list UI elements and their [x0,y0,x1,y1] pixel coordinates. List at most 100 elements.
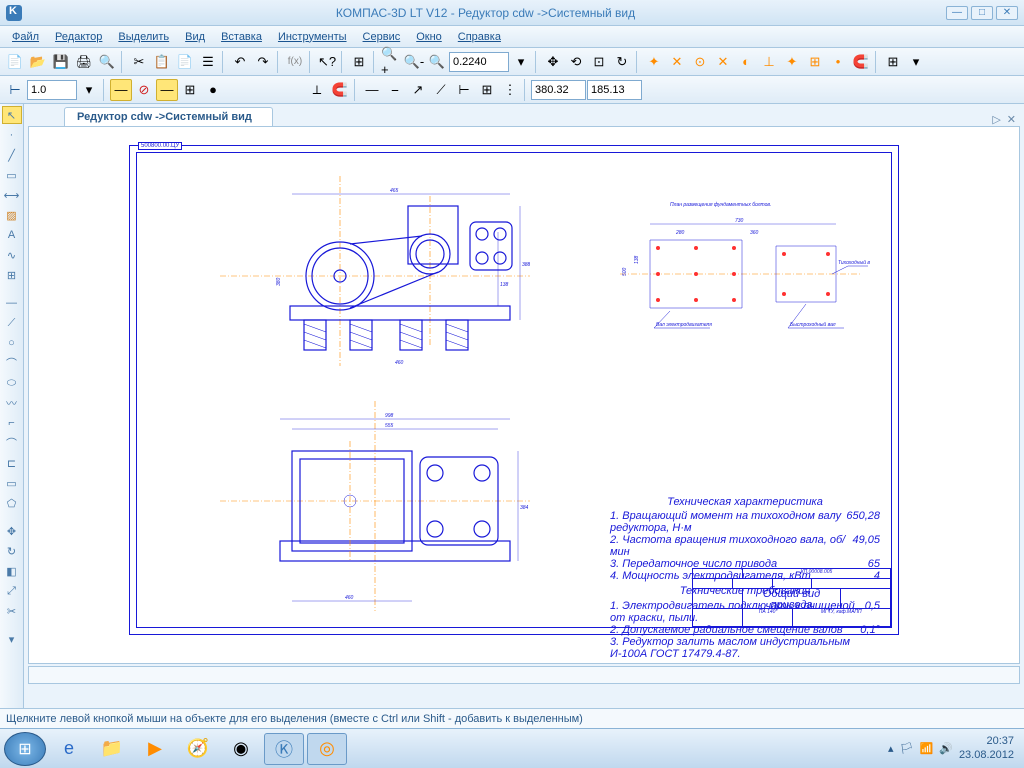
zoom-scale-icon[interactable]: 🔍 [426,51,448,73]
point-tool-icon[interactable]: · [2,126,22,144]
refresh-icon[interactable]: ↻ [611,51,633,73]
clock[interactable]: 20:37 23.08.2012 [959,735,1014,761]
scroll-bar[interactable] [28,666,1020,684]
segment-tool-icon[interactable]: — [2,294,22,312]
print-icon[interactable]: 🖨 [73,51,95,73]
offset-tool-icon[interactable]: ⊏ [2,454,22,472]
rect-tool-icon[interactable]: ▭ [2,166,22,184]
line2-icon[interactable]: ⎯ [384,79,406,101]
explorer-icon[interactable]: 📁 [92,733,132,765]
maximize-button[interactable]: □ [971,6,993,20]
copy-icon[interactable]: 📋 [151,51,173,73]
magnet2-icon[interactable]: 🧲 [329,79,351,101]
snap-tangent-icon[interactable]: ◐ [735,51,757,73]
text-tool-icon[interactable]: A [2,226,22,244]
line5-icon[interactable]: ⊢ [453,79,475,101]
fx-icon[interactable]: f(x) [284,51,306,73]
zoom-window-icon[interactable]: ⊞ [348,51,370,73]
rotate-tool-icon[interactable]: ↻ [2,542,22,560]
menu-insert[interactable]: Вставка [213,29,270,45]
zoom-in-icon[interactable]: 🔍+ [380,51,402,73]
style4-icon[interactable]: ⊞ [179,79,201,101]
media-icon[interactable]: ▶ [135,733,175,765]
snap-near-icon[interactable]: ✦ [781,51,803,73]
chamfer-tool-icon[interactable]: ⌐ [2,414,22,432]
fillet-tool-icon[interactable]: ⌒ [2,434,22,452]
line1-icon[interactable]: — [361,79,383,101]
snap-perp-icon[interactable]: ⊥ [758,51,780,73]
circle-tool-icon[interactable]: ○ [2,334,22,352]
layers-icon[interactable]: ⊞ [882,51,904,73]
zoom-input[interactable] [449,52,509,72]
spline-tool-icon[interactable]: ∿ [2,246,22,264]
move-tool-icon[interactable]: ✥ [2,522,22,540]
style2-icon[interactable]: ⊘ [133,79,155,101]
zoom-prev-icon[interactable]: ⟲ [565,51,587,73]
mirror-tool-icon[interactable]: ◧ [2,562,22,580]
polyline-tool-icon[interactable]: ⟋ [2,314,22,332]
tab-nav-icon[interactable]: ▷ [992,113,1000,126]
snap-mid-icon[interactable]: ✕ [666,51,688,73]
new-icon[interactable]: 📄 [4,51,26,73]
start-button[interactable]: ⊞ [4,732,46,766]
style5-icon[interactable]: ● [202,79,224,101]
rect2-tool-icon[interactable]: ▭ [2,474,22,492]
undo-icon[interactable]: ↶ [229,51,251,73]
menu-select[interactable]: Выделить [110,29,177,45]
tray-flag-icon[interactable]: 🏳 [900,742,914,755]
table-tool-icon[interactable]: ⊞ [2,266,22,284]
preview-icon[interactable]: 🔍 [96,51,118,73]
snap-point-icon[interactable]: • [827,51,849,73]
line6-icon[interactable]: ⊞ [476,79,498,101]
line7-icon[interactable]: ⋮ [499,79,521,101]
trim-tool-icon[interactable]: ✂ [2,602,22,620]
coord-y-input[interactable] [587,80,642,100]
snap-center-icon[interactable]: ⊙ [689,51,711,73]
dropdown-icon[interactable]: ▾ [510,51,532,73]
safari-icon[interactable]: 🧭 [178,733,218,765]
snap-intersect-icon[interactable]: ✕ [712,51,734,73]
scale-input[interactable] [27,80,77,100]
zoom-all-icon[interactable]: ⊡ [588,51,610,73]
help-cursor-icon[interactable]: ↖? [316,51,338,73]
magnet-icon[interactable]: 🧲 [850,51,872,73]
tray-network-icon[interactable]: 📶 [920,742,934,755]
menu-window[interactable]: Окно [408,29,450,45]
menu-help[interactable]: Справка [450,29,509,45]
tray-arrow-icon[interactable]: ▴ [888,742,894,755]
kompas-task-icon[interactable]: Ⓚ [264,733,304,765]
ie-icon[interactable]: e [49,733,89,765]
hatch-tool-icon[interactable]: ▨ [2,206,22,224]
drawing-canvas[interactable]: 500800.00.ЦУ [28,126,1020,664]
open-icon[interactable]: 📂 [27,51,49,73]
ortho-icon[interactable]: ⟂ [306,79,328,101]
dim-tool-icon[interactable]: ⟷ [2,186,22,204]
menu-editor[interactable]: Редактор [47,29,110,45]
chrome-icon[interactable]: ◉ [221,733,261,765]
menu-service[interactable]: Сервис [355,29,409,45]
tray-volume-icon[interactable]: 🔊 [939,742,953,755]
menu-file[interactable]: Файл [4,29,47,45]
save-icon[interactable]: 💾 [50,51,72,73]
menu-tools[interactable]: Инструменты [270,29,355,45]
cut-icon[interactable]: ✂ [128,51,150,73]
menu-view[interactable]: Вид [177,29,213,45]
line-tool-icon[interactable]: ╱ [2,146,22,164]
scale-dropdown-icon[interactable]: ▾ [78,79,100,101]
line3-icon[interactable]: ↗ [407,79,429,101]
style1-icon[interactable]: — [110,79,132,101]
snap-end-icon[interactable]: ✦ [643,51,665,73]
pan-icon[interactable]: ✥ [542,51,564,73]
tab-close-icon[interactable]: ✕ [1007,113,1016,126]
snap-grid-icon[interactable]: ⊞ [804,51,826,73]
paste-icon[interactable]: 📄 [174,51,196,73]
curve-tool-icon[interactable]: 〰 [2,394,22,412]
linetype-icon[interactable]: ⊢ [4,79,26,101]
nav-down-icon[interactable]: ▾ [2,630,22,648]
app2-task-icon[interactable]: ◎ [307,733,347,765]
polygon-tool-icon[interactable]: ⬠ [2,494,22,512]
dropdown2-icon[interactable]: ▾ [905,51,927,73]
properties-icon[interactable]: ☰ [197,51,219,73]
close-button[interactable]: ✕ [996,6,1018,20]
scale2-tool-icon[interactable]: ⤢ [2,582,22,600]
